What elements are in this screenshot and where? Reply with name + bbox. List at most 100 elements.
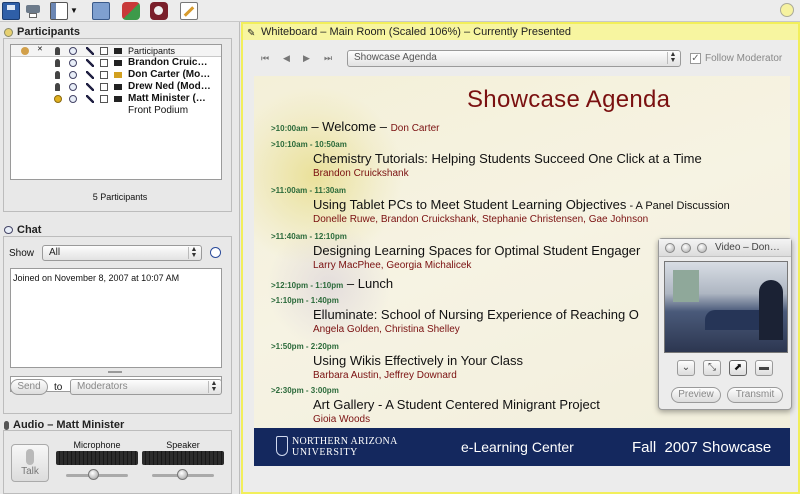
participants-column-header[interactable]: Participants: [128, 45, 175, 57]
follow-moderator-checkbox[interactable]: ✓: [690, 53, 701, 64]
shrink-icon[interactable]: ⤡: [703, 360, 721, 376]
preview-label: Preview: [678, 389, 714, 400]
chevron-down-icon[interactable]: ⌄: [677, 360, 695, 376]
minimize-window-icon[interactable]: [681, 243, 691, 253]
send-button[interactable]: Send: [10, 379, 48, 395]
zoom-window-icon[interactable]: [697, 243, 707, 253]
footer-center-text: e-Learning Center: [461, 439, 574, 455]
chat-log-text: Joined on November 8, 2007 at 10:07 AM: [13, 273, 180, 283]
participant-row[interactable]: Front Podium: [11, 105, 221, 117]
chevron-updown-icon: ▲ ▼: [208, 380, 219, 393]
chat-show-label: Show: [9, 248, 35, 259]
agenda-presenter: Don Carter: [390, 123, 440, 134]
participants-list-header: ✕ Participants: [11, 45, 221, 57]
whiteboard-pen-icon: [86, 95, 94, 103]
participant-row[interactable]: Matt Minister (…: [11, 93, 221, 105]
chat-show-value: All: [49, 247, 61, 258]
video-titlebar[interactable]: Video – Don…: [659, 239, 791, 257]
participants-title: Participants: [17, 26, 80, 38]
help-icon[interactable]: [780, 3, 794, 17]
slide-title: Showcase Agenda: [467, 86, 671, 113]
mic-icon[interactable]: [55, 47, 60, 55]
video-cam-icon[interactable]: [114, 48, 122, 54]
permissions-icon[interactable]: ✕: [37, 46, 45, 54]
preview-button[interactable]: Preview: [671, 387, 721, 403]
participant-row[interactable]: Brandon Cruic…: [11, 57, 221, 69]
agenda-presenters: Angela Golden, Christina Shelley: [313, 324, 460, 335]
chat-icon: [69, 71, 77, 79]
close-window-icon[interactable]: [665, 243, 675, 253]
chat-icon: [69, 59, 77, 67]
presenter-icon[interactable]: [92, 2, 110, 20]
save-icon[interactable]: [2, 2, 20, 20]
speaker-slider-knob[interactable]: [177, 469, 188, 480]
stop-icon[interactable]: ▬: [755, 360, 773, 376]
agenda-dash: –: [343, 276, 358, 291]
agenda-item: >10:10am - 10:50am Chemistry Tutorials: …: [271, 140, 751, 179]
next-page-icon[interactable]: ▶: [303, 53, 310, 64]
follow-moderator-label: Follow Moderator: [705, 53, 783, 64]
participant-row[interactable]: Drew Ned (Mod…: [11, 81, 221, 93]
chat-icon: [69, 83, 77, 91]
agenda-title: Art Gallery - A Student Centered Minigra…: [313, 397, 600, 412]
video-cam-icon: [114, 60, 122, 66]
participants-list[interactable]: ✕ Participants Brandon Cruic… Don Carter…: [10, 44, 222, 180]
participant-name: Brandon Cruic…: [128, 57, 208, 68]
agenda-presenters: Brandon Cruickshank: [313, 168, 409, 179]
app-share-icon: [100, 83, 108, 91]
microphone-label: Microphone: [73, 440, 121, 450]
chat-log[interactable]: Joined on November 8, 2007 at 10:07 AM: [10, 268, 222, 368]
page-select[interactable]: Showcase Agenda ▲ ▼: [347, 50, 681, 67]
resize-handle[interactable]: [108, 371, 122, 373]
video-window[interactable]: Video – Don… ⌄ ⤡ ⬈ ▬ Preview Transmit: [658, 238, 792, 410]
chevron-down-icon[interactable]: ▼: [70, 6, 78, 15]
agenda-title: Chemistry Tutorials: Helping Students Su…: [313, 151, 702, 166]
record-icon[interactable]: [150, 2, 168, 20]
microphone-level-meter: [56, 451, 138, 465]
microphone-slider-knob[interactable]: [87, 469, 99, 480]
app-share-icon: [100, 59, 108, 67]
transmit-button[interactable]: Transmit: [727, 387, 783, 403]
university-logo: [276, 436, 288, 456]
whiteboard-pen-icon[interactable]: [86, 47, 94, 55]
mic-icon: [55, 83, 60, 91]
agenda-title: Designing Learning Spaces for Optimal St…: [313, 243, 641, 258]
first-page-icon[interactable]: ⏮: [261, 53, 269, 64]
talk-label: Talk: [21, 466, 39, 477]
mic-icon: [55, 59, 60, 67]
clock-icon[interactable]: [210, 247, 221, 258]
chat-show-select[interactable]: All ▲ ▼: [42, 245, 202, 261]
pencil-icon: ✎: [247, 28, 256, 39]
video-feed: [664, 261, 788, 353]
print-icon[interactable]: [24, 2, 42, 20]
whiteboard-pen-icon: [86, 71, 94, 79]
previous-page-icon[interactable]: ◀: [283, 53, 290, 64]
participant-count: 5 Participants: [92, 192, 148, 202]
chat-icon[interactable]: [69, 47, 77, 55]
slide-footer: NORTHERN ARIZONA UNIVERSITY e-Learning C…: [254, 428, 790, 466]
participant-name: Don Carter (Mo…: [128, 69, 211, 80]
transmit-label: Transmit: [735, 389, 775, 400]
plugin-icon[interactable]: [122, 2, 140, 20]
agenda-presenters: Larry MacPhee, Georgia Michalicek: [313, 260, 472, 271]
popout-icon[interactable]: ⬈: [729, 360, 747, 376]
mic-icon: [26, 449, 34, 465]
chat-recipient-select[interactable]: Moderators ▲ ▼: [70, 379, 222, 395]
agenda-item: >11:00am - 11:30am Using Tablet PCs to M…: [271, 186, 751, 225]
layout-icon[interactable]: [50, 2, 68, 20]
user-status-icon[interactable]: [21, 47, 29, 55]
video-title: Video – Don…: [715, 242, 780, 253]
last-page-icon[interactable]: ⏭: [324, 53, 332, 64]
talk-button[interactable]: Talk: [11, 444, 49, 482]
edit-icon[interactable]: [180, 2, 198, 20]
agenda-title: Elluminate: School of Nursing Experience…: [313, 307, 639, 322]
participant-row[interactable]: Don Carter (Mo…: [11, 69, 221, 81]
page-select-value: Showcase Agenda: [354, 52, 437, 63]
footer-right-text: Fall 2007 Showcase: [632, 439, 772, 456]
whiteboard-titlebar: ✎ Whiteboard – Main Room (Scaled 106%) –…: [243, 24, 798, 40]
chat-icon: [4, 226, 13, 234]
app-share-icon[interactable]: [100, 47, 108, 55]
chat-title: Chat: [17, 224, 42, 236]
speaker-label: Speaker: [166, 440, 200, 450]
agenda-time: >11:00am - 11:30am: [271, 186, 346, 195]
